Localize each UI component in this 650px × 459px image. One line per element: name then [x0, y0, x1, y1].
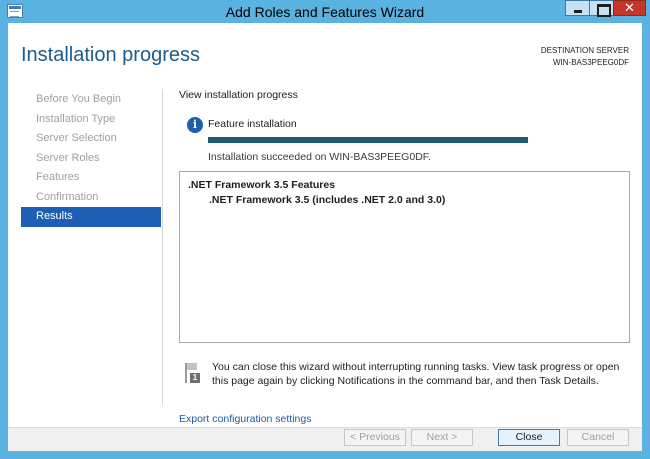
- window-title: Add Roles and Features Wizard: [225, 4, 425, 20]
- installation-progress-bar: [208, 137, 528, 143]
- installation-status: Installation succeeded on WIN-BAS3PEEG0D…: [208, 151, 431, 163]
- destination-server-info: DESTINATION SERVER WIN-BAS3PEEG0DF: [541, 45, 629, 69]
- nav-divider: [162, 89, 163, 405]
- page-title: Installation progress: [21, 44, 200, 66]
- section-heading: View installation progress: [179, 89, 298, 101]
- nav-item-installation-type: Installation Type: [36, 112, 116, 125]
- wizard-nav: Before You Begin Installation Type Serve…: [21, 90, 161, 227]
- result-item-parent: .NET Framework 3.5 Features: [188, 179, 336, 191]
- nav-item-before-you-begin: Before You Begin: [36, 93, 122, 105]
- close-wizard-notice: You can close this wizard without interr…: [212, 361, 620, 387]
- result-item-child: .NET Framework 3.5 (includes .NET 2.0 an…: [209, 194, 446, 206]
- nav-item-server-selection: Server Selection: [36, 132, 117, 144]
- next-button[interactable]: Next >: [411, 429, 473, 446]
- notification-badge: 1: [190, 373, 200, 383]
- notification-flag-icon: 1: [182, 362, 200, 384]
- cancel-button[interactable]: Cancel: [567, 429, 629, 446]
- nav-item-results[interactable]: Results: [21, 207, 161, 227]
- destination-label: DESTINATION SERVER: [540, 46, 629, 55]
- destination-server-name: WIN-BAS3PEEG0DF: [552, 58, 629, 67]
- nav-item-server-roles: Server Roles: [36, 151, 100, 164]
- wizard-window: Add Roles and Features Wizard ✕ Installa…: [0, 0, 650, 459]
- nav-item-features: Features: [36, 171, 80, 183]
- minimize-button[interactable]: [565, 0, 590, 16]
- flag-cloth: [187, 363, 197, 370]
- previous-button[interactable]: < Previous: [344, 429, 406, 446]
- results-list[interactable]: .NET Framework 3.5 Features .NET Framewo…: [179, 171, 630, 343]
- close-window-button[interactable]: ✕: [613, 0, 646, 16]
- feature-installation-label: Feature installation: [208, 118, 297, 130]
- close-icon: ✕: [624, 0, 635, 15]
- export-configuration-link[interactable]: Export configuration settings: [179, 413, 312, 425]
- progress-fill: [208, 137, 528, 143]
- nav-item-confirmation: Confirmation: [36, 190, 99, 203]
- close-button[interactable]: Close: [498, 429, 560, 446]
- maximize-button[interactable]: [589, 0, 614, 17]
- info-icon: i: [187, 117, 203, 133]
- wizard-client-area: Installation progress DESTINATION SERVER…: [8, 23, 642, 451]
- title-bar[interactable]: Add Roles and Features Wizard ✕: [0, 0, 650, 23]
